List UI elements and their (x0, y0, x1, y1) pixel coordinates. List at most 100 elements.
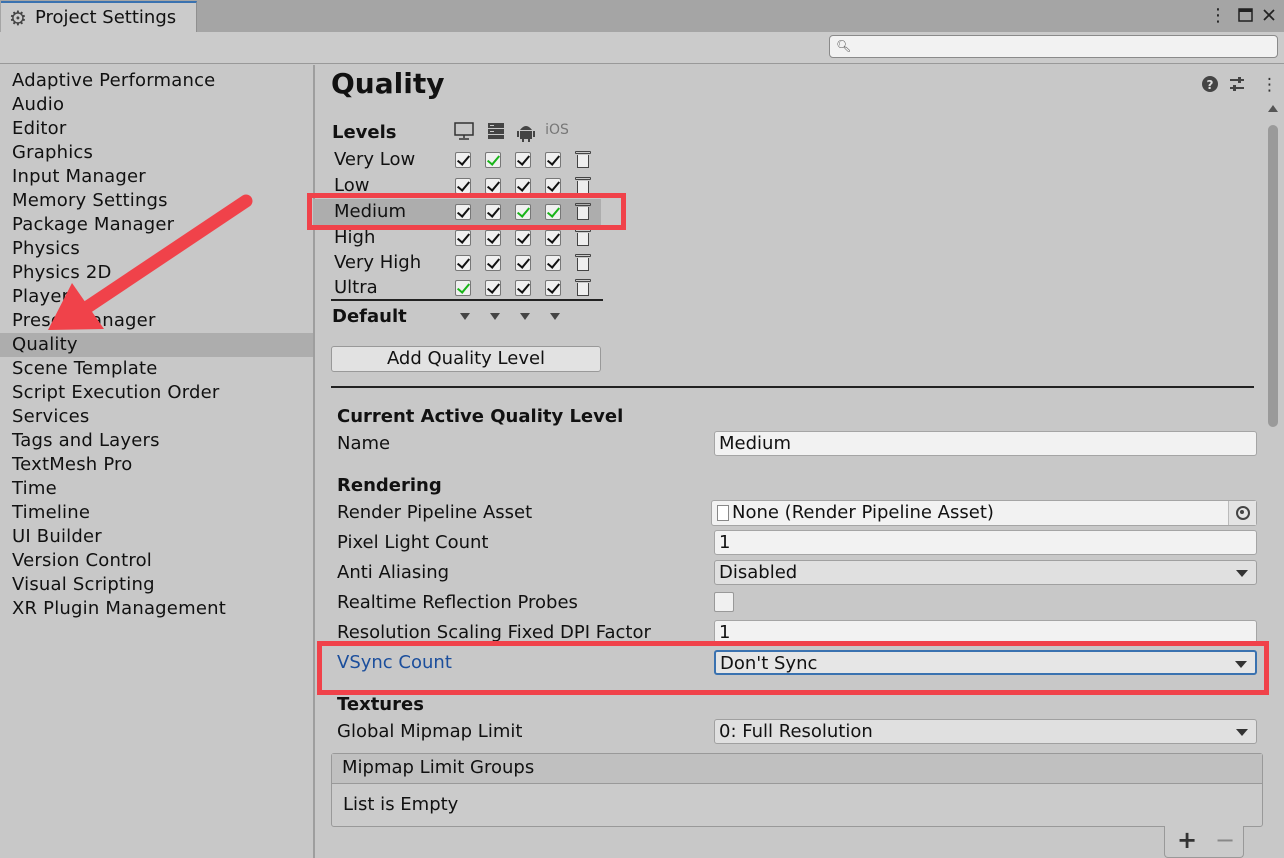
tab-project-settings[interactable]: ⚙ Project Settings (1, 1, 197, 32)
search-row: 🔍︎ (0, 32, 1284, 64)
quality-panel: Quality ? ⋮ Levels iOS Very Low Low Medi… (313, 65, 1284, 858)
search-input[interactable]: 🔍︎ (829, 35, 1278, 58)
help-icon[interactable]: ? (1201, 75, 1219, 98)
global-mipmap-limit-dropdown[interactable]: 0: Full Resolution (714, 719, 1257, 744)
level-platform-checkbox[interactable] (515, 230, 531, 246)
more-options-icon[interactable]: ⋮ (1207, 4, 1229, 26)
default-level-dropdown-icon[interactable] (490, 313, 500, 320)
pixel-light-count-label: Pixel Light Count (337, 532, 489, 553)
level-platform-checkbox[interactable] (455, 230, 471, 246)
sidebar-item-textmesh-pro[interactable]: TextMesh Pro (0, 453, 313, 477)
anti-aliasing-dropdown[interactable]: Disabled (714, 560, 1257, 585)
sidebar-item-editor[interactable]: Editor (0, 117, 313, 141)
level-platform-checkbox[interactable] (515, 280, 531, 296)
level-platform-checkbox[interactable] (485, 152, 501, 168)
delete-level-icon[interactable] (574, 278, 592, 298)
level-platform-checkbox[interactable] (485, 280, 501, 296)
default-level-dropdown-icon[interactable] (460, 313, 470, 320)
level-platform-checkbox[interactable] (545, 230, 561, 246)
render-pipeline-field[interactable]: None (Render Pipeline Asset) (711, 500, 1257, 526)
level-platform-checkbox[interactable] (545, 255, 561, 271)
levels-header: Levels (332, 122, 397, 143)
quality-level-row[interactable]: Very High (331, 250, 605, 276)
name-label: Name (337, 433, 391, 454)
sidebar-item-timeline[interactable]: Timeline (0, 501, 313, 525)
sidebar-item-services[interactable]: Services (0, 405, 313, 429)
pixel-light-count-field[interactable]: 1 (714, 530, 1257, 555)
add-item-button[interactable]: + (1177, 826, 1197, 854)
list-empty-text: List is Empty (343, 794, 459, 815)
level-platform-checkbox[interactable] (545, 280, 561, 296)
level-platform-checkbox[interactable] (455, 280, 471, 296)
level-platform-checkbox[interactable] (455, 255, 471, 271)
sidebar-item-quality[interactable]: Quality (0, 333, 313, 357)
sidebar-item-ui-builder[interactable]: UI Builder (0, 525, 313, 549)
current-level-section-title: Current Active Quality Level (337, 406, 624, 427)
sidebar-item-preset-manager[interactable]: Preset Manager (0, 309, 313, 333)
level-platform-checkbox[interactable] (455, 178, 471, 194)
preset-sliders-icon[interactable] (1228, 75, 1246, 98)
level-platform-checkbox[interactable] (485, 255, 501, 271)
level-platform-checkbox[interactable] (485, 178, 501, 194)
server-platform-icon (485, 122, 507, 142)
maximize-icon[interactable] (1234, 4, 1256, 26)
object-picker-icon[interactable] (1228, 501, 1256, 525)
level-platform-checkbox[interactable] (455, 152, 471, 168)
tab-bar: ⚙ Project Settings ⋮ (0, 0, 1284, 32)
sidebar-item-player[interactable]: Player (0, 285, 313, 309)
sidebar-item-scene-template[interactable]: Scene Template (0, 357, 313, 381)
sidebar-item-physics-2d[interactable]: Physics 2D (0, 261, 313, 285)
level-platform-checkbox[interactable] (515, 178, 531, 194)
global-mipmap-limit-label: Global Mipmap Limit (337, 721, 523, 742)
sidebar-item-time[interactable]: Time (0, 477, 313, 501)
level-platform-checkbox[interactable] (515, 255, 531, 271)
realtime-reflection-probes-checkbox[interactable] (714, 592, 734, 612)
sidebar-item-physics[interactable]: Physics (0, 237, 313, 261)
level-platform-checkbox[interactable] (485, 230, 501, 246)
sidebar-item-adaptive-performance[interactable]: Adaptive Performance (0, 69, 313, 93)
scroll-up-icon[interactable] (1268, 105, 1278, 112)
sidebar-item-version-control[interactable]: Version Control (0, 549, 313, 573)
sidebar-item-audio[interactable]: Audio (0, 93, 313, 117)
settings-sidebar: Adaptive Performance Audio Editor Graphi… (0, 65, 315, 858)
resolution-scaling-label: Resolution Scaling Fixed DPI Factor (337, 622, 651, 643)
sidebar-item-script-execution-order[interactable]: Script Execution Order (0, 381, 313, 405)
vertical-scrollbar[interactable] (1265, 101, 1281, 858)
rendering-section-title: Rendering (337, 475, 442, 496)
remove-item-button[interactable]: − (1215, 826, 1235, 854)
quality-level-row[interactable]: Very Low (331, 147, 605, 173)
dropdown-arrow-icon (1236, 729, 1248, 736)
close-icon[interactable] (1258, 4, 1280, 26)
mipmap-limit-groups-header[interactable]: Mipmap Limit Groups (332, 754, 1262, 784)
sidebar-item-package-manager[interactable]: Package Manager (0, 213, 313, 237)
sidebar-item-memory-settings[interactable]: Memory Settings (0, 189, 313, 213)
level-platform-checkbox[interactable] (545, 152, 561, 168)
delete-level-icon[interactable] (574, 253, 592, 273)
default-level-dropdown-icon[interactable] (520, 313, 530, 320)
realtime-reflection-probes-label: Realtime Reflection Probes (337, 592, 578, 613)
level-name-field[interactable]: Medium (714, 431, 1257, 456)
sidebar-item-tags-and-layers[interactable]: Tags and Layers (0, 429, 313, 453)
anti-aliasing-value: Disabled (719, 562, 798, 583)
levels-divider (331, 299, 603, 301)
level-platform-checkbox[interactable] (545, 178, 561, 194)
delete-level-icon[interactable] (574, 150, 592, 170)
scroll-thumb[interactable] (1268, 125, 1278, 427)
quality-level-row[interactable]: Ultra (331, 275, 605, 301)
sidebar-item-visual-scripting[interactable]: Visual Scripting (0, 573, 313, 597)
ios-platform-icon: iOS (545, 122, 569, 138)
more-options-icon[interactable]: ⋮ (1261, 75, 1278, 95)
asset-document-icon (717, 505, 729, 521)
render-pipeline-label: Render Pipeline Asset (337, 502, 533, 523)
sidebar-item-input-manager[interactable]: Input Manager (0, 165, 313, 189)
add-quality-level-button[interactable]: Add Quality Level (331, 346, 601, 372)
global-mipmap-limit-value: 0: Full Resolution (719, 721, 873, 742)
quality-level-name: High (334, 227, 376, 248)
level-platform-checkbox[interactable] (515, 152, 531, 168)
default-level-dropdown-icon[interactable] (550, 313, 560, 320)
render-pipeline-value: None (Render Pipeline Asset) (732, 502, 994, 523)
delete-level-icon[interactable] (574, 228, 592, 248)
sidebar-item-xr-plugin-management[interactable]: XR Plugin Management (0, 597, 313, 621)
sidebar-item-graphics[interactable]: Graphics (0, 141, 313, 165)
quality-level-name: Very Low (334, 149, 416, 170)
